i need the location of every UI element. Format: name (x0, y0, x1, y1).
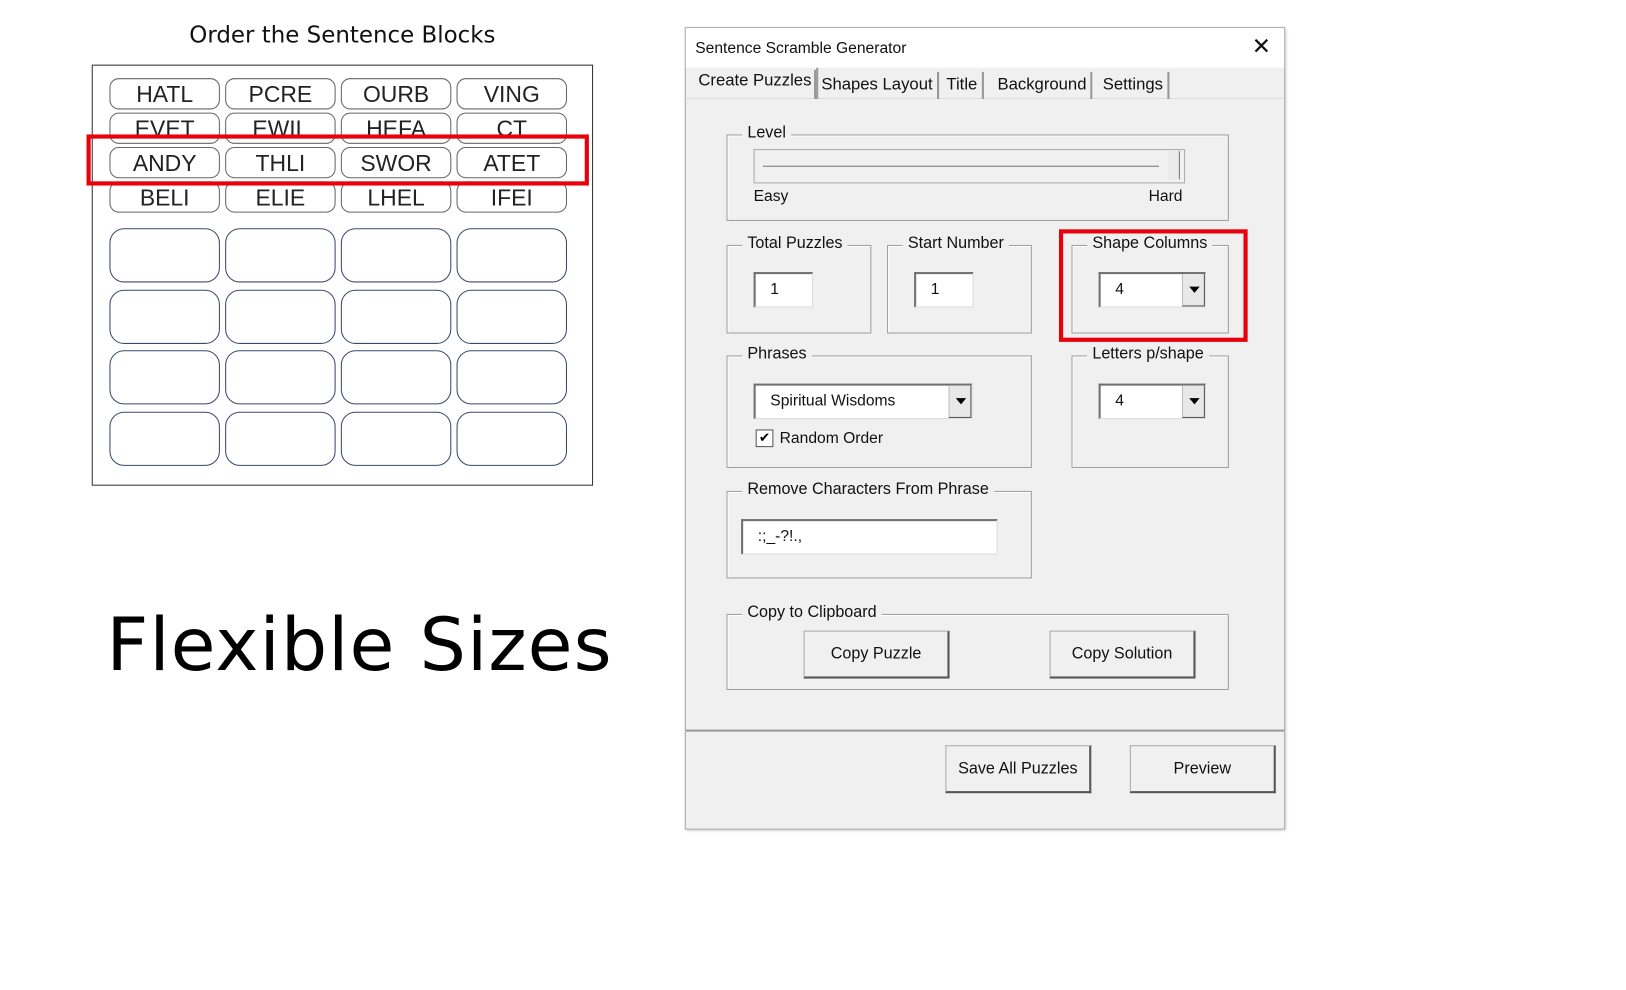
letter-block: HATL (109, 78, 220, 110)
letter-block: OURB (340, 78, 452, 110)
copy-to-clipboard-label: Copy to Clipboard (742, 603, 882, 623)
copy-solution-button[interactable]: Copy Solution (1049, 630, 1196, 679)
total-puzzles-group: Total Puzzles 1 (726, 234, 872, 334)
caption-text: Flexible Sizes (106, 602, 613, 688)
tab-shapes-layout[interactable]: Shapes Layout (817, 71, 939, 100)
tab-settings[interactable]: Settings (1099, 71, 1170, 100)
empty-answer-block (109, 350, 220, 405)
total-puzzles-label: Total Puzzles (742, 234, 848, 254)
chevron-down-icon[interactable] (1181, 385, 1205, 418)
letters-per-shape-value: 4 (1115, 391, 1124, 410)
tab-create-puzzles[interactable]: Create Puzzles (694, 67, 818, 100)
copy-puzzle-button[interactable]: Copy Puzzle (803, 630, 950, 679)
easy-label: Easy (753, 187, 789, 206)
empty-answer-block (225, 411, 336, 466)
letters-per-shape-select[interactable]: 4 (1098, 383, 1206, 420)
close-icon[interactable]: ✕ (1252, 33, 1271, 60)
title-bar: Sentence Scramble Generator ✕ (685, 28, 1285, 68)
dialog-title: Sentence Scramble Generator (695, 39, 907, 58)
letter-block: PCRE (225, 78, 336, 110)
highlight-shape-columns-box (1058, 229, 1248, 342)
empty-answer-block (456, 228, 568, 283)
tab-title[interactable]: Title (942, 71, 984, 100)
start-number-input[interactable]: 1 (914, 272, 974, 308)
phrases-value: Spiritual Wisdoms (770, 391, 896, 410)
empty-answer-block (340, 411, 452, 466)
letters-per-shape-group: Letters p/shape 4 (1071, 345, 1229, 468)
empty-answer-block (340, 289, 452, 344)
empty-answer-block (456, 289, 568, 344)
highlight-row-box (86, 134, 589, 186)
letter-block: VING (456, 78, 568, 110)
letter-block: IFEI (456, 181, 568, 213)
start-number-label: Start Number (902, 234, 1010, 254)
puzzle-preview-frame: HATL PCRE OURB VING EVET EWIL HEFA CT ANDY THLI SW… (91, 64, 594, 486)
level-label: Level (742, 124, 792, 143)
random-order-checkbox[interactable]: ✔ (755, 429, 774, 448)
remove-characters-label: Remove Characters From Phrase (742, 480, 995, 500)
empty-answer-block (109, 411, 220, 466)
empty-answer-block (109, 228, 220, 283)
random-order-label: Random Order (779, 429, 884, 448)
remove-characters-input[interactable]: :;_-?!., (741, 519, 998, 555)
empty-answer-block (456, 350, 568, 405)
empty-answer-block (225, 228, 336, 283)
footer-separator (685, 729, 1285, 733)
save-all-puzzles-button[interactable]: Save All Puzzles (945, 745, 1092, 794)
phrases-select[interactable]: Spiritual Wisdoms (753, 383, 973, 420)
level-group: Level Easy Hard (726, 124, 1229, 221)
level-slider[interactable] (753, 149, 1186, 184)
phrases-label: Phrases (742, 345, 812, 364)
copy-to-clipboard-group: Copy to Clipboard Copy Puzzle Copy Solut… (726, 603, 1229, 691)
slider-track (762, 165, 1160, 167)
empty-answer-block (225, 289, 336, 344)
chevron-down-icon[interactable] (948, 385, 972, 418)
slider-thumb[interactable] (1168, 151, 1180, 180)
preview-button[interactable]: Preview (1129, 745, 1276, 794)
empty-answer-block (225, 350, 336, 405)
phrases-group: Phrases Spiritual Wisdoms ✔ Random Order (726, 345, 1032, 468)
total-puzzles-input[interactable]: 1 (753, 272, 813, 308)
letter-block: ELIE (225, 181, 336, 213)
letter-block: LHEL (340, 181, 452, 213)
start-number-group: Start Number 1 (886, 234, 1032, 334)
tab-background[interactable]: Background (993, 71, 1093, 100)
puzzle-title: Order the Sentence Blocks (189, 22, 496, 49)
letter-block: BELI (109, 181, 220, 213)
tab-edge (814, 69, 817, 100)
letters-per-shape-label: Letters p/shape (1087, 345, 1209, 364)
empty-answer-block (456, 411, 568, 466)
remove-characters-group: Remove Characters From Phrase :;_-?!., (726, 480, 1032, 579)
empty-answer-block (340, 350, 452, 405)
hard-label: Hard (1148, 187, 1183, 206)
empty-answer-block (109, 289, 220, 344)
sentence-scramble-dialog: Sentence Scramble Generator ✕ Create Puz… (684, 27, 1286, 830)
empty-answer-block (340, 228, 452, 283)
